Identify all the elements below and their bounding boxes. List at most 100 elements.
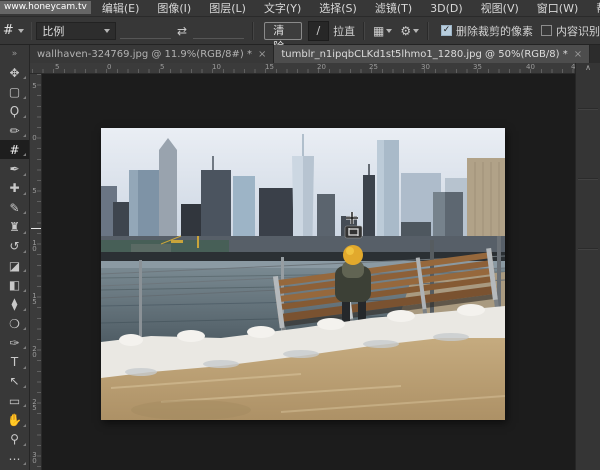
overlay-options-button[interactable]: ▦ (373, 24, 392, 38)
close-icon[interactable]: × (574, 49, 582, 60)
ruler-label: 5 (160, 63, 164, 71)
marquee-tool[interactable]: ▢ (0, 82, 29, 101)
edit-toolbar[interactable]: ⋯ (0, 449, 29, 468)
hand-tool[interactable]: ✋ (0, 410, 29, 429)
pen-tool[interactable]: ✑ (0, 333, 29, 352)
close-icon[interactable]: × (258, 49, 266, 60)
ruler-label: 30 (31, 452, 38, 464)
grid-overlay-icon: ▦ (373, 24, 384, 38)
ruler-label: 15 (31, 293, 38, 305)
eraser-tool[interactable]: ◪ (0, 256, 29, 275)
menu-item[interactable]: 图层(L) (200, 0, 255, 16)
tools-panel-collapse-button[interactable]: » (0, 45, 30, 63)
chevron-down-icon (104, 29, 110, 33)
photo-canvas[interactable] (101, 128, 505, 420)
ruler-label: 10 (31, 240, 38, 252)
healing-brush-tool[interactable]: ✚ (0, 179, 29, 198)
ruler-label: 25 (31, 399, 38, 411)
crane (171, 240, 183, 243)
content-aware-checkbox[interactable]: 内容识别 (541, 23, 600, 39)
delete-cropped-pixels-checkbox[interactable]: ✓ 删除裁剪的像素 (441, 23, 533, 39)
menu-item[interactable]: 文字(Y) (255, 0, 310, 16)
ruler-label: 35 (473, 63, 482, 71)
ruler-label: 0 (107, 63, 111, 71)
straighten-label: 拉直 (333, 23, 355, 39)
ruler-label: 5 (31, 83, 38, 89)
document-tab-title: tumblr_n1ipqbCLKd1st5lhmo1_1280.jpg @ 50… (281, 49, 567, 60)
move-tool[interactable]: ✥ (0, 63, 29, 82)
photoshop-window: www.honeycam.tv 编辑(E)图像(I)图层(L)文字(Y)选择(S… (0, 0, 600, 470)
horizontal-ruler[interactable]: 5051015202530354045 (30, 63, 575, 74)
divider (252, 22, 254, 40)
chevron-down-icon (413, 29, 419, 33)
crop-height-field[interactable] (193, 22, 244, 39)
chevron-down-icon (18, 29, 24, 33)
divider (363, 22, 365, 40)
menu-item[interactable]: 选择(S) (310, 0, 366, 16)
delete-cropped-pixels-label: 删除裁剪的像素 (456, 23, 533, 39)
ruler-label: 20 (317, 63, 326, 71)
menu-item[interactable]: 3D(D) (421, 2, 472, 15)
menu-item[interactable]: 帮助(H) (587, 0, 600, 16)
document-tab-bar: » wallhaven-324769.jpg @ 11.9%(RGB/8#) *… (0, 45, 600, 63)
options-bar: # 比例 ⇄ 清除 ∕ 拉直 ▦ ⚙ ✓ 删除裁剪的像素 (0, 17, 600, 45)
blur-tool[interactable]: ⧫ (0, 295, 29, 314)
checkbox-checked-icon: ✓ (441, 25, 452, 36)
crop-tool[interactable]: # (0, 140, 29, 159)
history-brush-tool[interactable]: ↺ (0, 237, 29, 256)
panel-divider (578, 248, 598, 250)
vertical-ruler[interactable]: 5 0 5 10 15 20 25 30 (30, 74, 42, 470)
straighten-button[interactable]: ∕ (308, 21, 329, 41)
watermark: www.honeycam.tv (0, 1, 91, 14)
path-selection-tool[interactable]: ↖ (0, 372, 29, 391)
menu-item[interactable]: 视图(V) (472, 0, 528, 16)
document-tab[interactable]: tumblr_n1ipqbCLKd1st5lhmo1_1280.jpg @ 50… (274, 45, 590, 63)
yellow-beanie (343, 245, 363, 265)
menu-bar: www.honeycam.tv 编辑(E)图像(I)图层(L)文字(Y)选择(S… (0, 0, 600, 17)
canvas-pasteboard (42, 74, 575, 470)
menu-item[interactable]: 窗口(W) (528, 0, 587, 16)
crop-settings-button[interactable]: ⚙ (400, 24, 419, 38)
swap-dimensions-icon[interactable]: ⇄ (177, 24, 187, 38)
clear-button[interactable]: 清除 (264, 22, 301, 40)
lasso-tool[interactable]: Ϙ (0, 102, 29, 121)
ruler-label: 10 (212, 63, 221, 71)
shape-tool[interactable]: ▭ (0, 391, 29, 410)
document-tabs: wallhaven-324769.jpg @ 11.9%(RGB/8#) * ×… (30, 45, 590, 63)
menu-item[interactable]: 图像(I) (148, 0, 200, 16)
divider (427, 22, 429, 40)
crop-tool-options-button[interactable]: # (0, 23, 27, 38)
gradient-tool[interactable]: ◧ (0, 275, 29, 294)
panel-dock-strip (575, 63, 600, 470)
menu-item[interactable]: 滤镜(T) (366, 0, 421, 16)
crop-ratio-dropdown[interactable]: 比例 (36, 22, 115, 40)
ruler-label: 5 (31, 188, 38, 194)
checkbox-unchecked-icon (541, 25, 552, 36)
clone-stamp-tool[interactable]: ♜ (0, 217, 29, 236)
ruler-label: 20 (31, 346, 38, 358)
dodge-tool[interactable]: ❍ (0, 314, 29, 333)
quick-selection-tool[interactable]: ✏ (0, 121, 29, 140)
crop-icon: # (3, 23, 14, 38)
content-aware-label: 内容识别 (556, 23, 600, 39)
dock-collapse-button[interactable]: ∧ (581, 62, 595, 73)
zoom-tool[interactable]: ⚲ (0, 430, 29, 449)
ruler-label: 5 (55, 63, 59, 71)
document-tab[interactable]: wallhaven-324769.jpg @ 11.9%(RGB/8#) * × (30, 45, 274, 63)
menu-items: 编辑(E)图像(I)图层(L)文字(Y)选择(S)滤镜(T)3D(D)视图(V)… (93, 0, 600, 16)
ruler-label: 15 (265, 63, 274, 71)
type-tool[interactable]: T (0, 352, 29, 371)
panel-divider (578, 178, 598, 180)
eyedropper-tool[interactable]: ✒ (0, 159, 29, 178)
crane (197, 236, 199, 248)
ruler-label: 25 (369, 63, 378, 71)
crop-width-field[interactable] (120, 22, 171, 39)
ruler-cursor-marker (31, 228, 41, 229)
brush-tool[interactable]: ✎ (0, 198, 29, 217)
menu-item[interactable]: 编辑(E) (93, 0, 149, 16)
crop-ratio-value: 比例 (42, 23, 64, 39)
ruler-label: 0 (31, 135, 38, 141)
straighten-icon: ∕ (317, 24, 321, 37)
document-tab-title: wallhaven-324769.jpg @ 11.9%(RGB/8#) * (37, 49, 252, 60)
divider (31, 22, 33, 40)
